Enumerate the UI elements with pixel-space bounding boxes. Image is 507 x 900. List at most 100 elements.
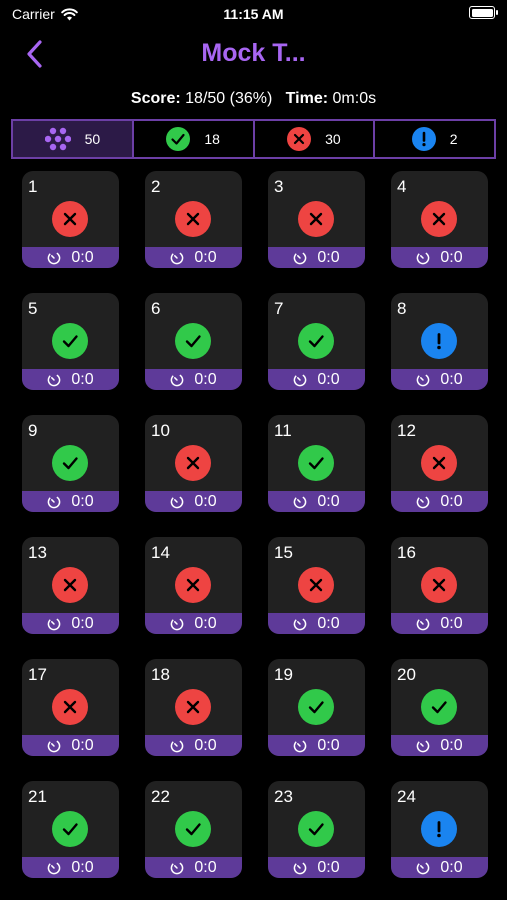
question-card-7[interactable]: 7 0:0	[268, 293, 365, 390]
question-card-17[interactable]: 17 0:0	[22, 659, 119, 756]
question-timer: 0:0	[145, 491, 242, 512]
timer-icon	[294, 739, 307, 752]
check-icon	[308, 823, 324, 836]
result-wrong-badge	[175, 201, 211, 237]
question-number: 9	[28, 421, 38, 440]
question-time: 0:0	[440, 492, 463, 510]
question-time: 0:0	[440, 248, 463, 266]
question-timer: 0:0	[268, 369, 365, 390]
question-number: 7	[274, 299, 284, 318]
question-time: 0:0	[317, 736, 340, 754]
question-card-22[interactable]: 22 0:0	[145, 781, 242, 878]
filter-all[interactable]: 50	[13, 121, 132, 157]
question-number: 6	[151, 299, 161, 318]
question-time: 0:0	[317, 614, 340, 632]
question-timer: 0:0	[22, 247, 119, 268]
timer-icon	[417, 739, 430, 752]
result-wrong-badge	[421, 201, 457, 237]
question-time: 0:0	[317, 858, 340, 876]
result-wrong-badge	[52, 689, 88, 725]
question-card-23[interactable]: 23 0:0	[268, 781, 365, 878]
question-number: 23	[274, 787, 293, 806]
question-timer: 0:0	[145, 735, 242, 756]
filter-correct[interactable]: 18	[131, 121, 253, 157]
check-icon	[308, 701, 324, 714]
question-card-15[interactable]: 15 0:0	[268, 537, 365, 634]
question-card-21[interactable]: 21 0:0	[22, 781, 119, 878]
check-icon	[431, 701, 447, 714]
question-timer: 0:0	[145, 857, 242, 878]
page-title: Mock T...	[201, 39, 306, 67]
filter-wrong[interactable]: 30	[252, 121, 374, 157]
question-time: 0:0	[71, 614, 94, 632]
question-card-9[interactable]: 9 0:0	[22, 415, 119, 512]
question-card-20[interactable]: 20 0:0	[391, 659, 488, 756]
question-time: 0:0	[71, 858, 94, 876]
question-card-4[interactable]: 4 0:0	[391, 171, 488, 268]
question-card-1[interactable]: 1 0:0	[22, 171, 119, 268]
question-card-16[interactable]: 16 0:0	[391, 537, 488, 634]
score-label: Score:	[130, 90, 181, 107]
time-label: Time:	[285, 90, 329, 107]
question-time: 0:0	[194, 370, 217, 388]
question-timer: 0:0	[22, 735, 119, 756]
question-card-3[interactable]: 3 0:0	[268, 171, 365, 268]
question-timer: 0:0	[268, 857, 365, 878]
question-card-11[interactable]: 11 0:0	[268, 415, 365, 512]
result-wrong-badge	[175, 689, 211, 725]
question-card-18[interactable]: 18 0:0	[145, 659, 242, 756]
question-timer: 0:0	[268, 491, 365, 512]
question-timer: 0:0	[22, 857, 119, 878]
result-wrong-badge	[298, 567, 334, 603]
question-timer: 0:0	[145, 247, 242, 268]
question-timer: 0:0	[391, 735, 488, 756]
filter-bar: 50 18 30 2	[11, 119, 496, 159]
question-number: 24	[397, 787, 416, 806]
question-timer: 0:0	[391, 247, 488, 268]
question-number: 20	[397, 665, 416, 684]
score-summary: Score: 18/50 (36%) Time: 0m:0s	[0, 90, 507, 108]
question-timer: 0:0	[22, 369, 119, 390]
question-time: 0:0	[71, 736, 94, 754]
status-time: 11:15 AM	[223, 6, 284, 22]
question-time: 0:0	[194, 614, 217, 632]
question-number: 11	[274, 421, 292, 440]
question-time: 0:0	[71, 248, 94, 266]
question-number: 16	[397, 543, 416, 562]
question-grid: 1 0:0 2 0:0 3 0:0 4 0:0 5 0:0 6 0:0 7 0:…	[22, 171, 488, 878]
question-timer: 0:0	[391, 369, 488, 390]
x-icon	[63, 700, 77, 714]
question-card-6[interactable]: 6 0:0	[145, 293, 242, 390]
timer-icon	[294, 251, 307, 264]
result-correct-badge	[52, 445, 88, 481]
question-timer: 0:0	[22, 613, 119, 634]
question-number: 19	[274, 665, 293, 684]
question-card-14[interactable]: 14 0:0	[145, 537, 242, 634]
question-card-2[interactable]: 2 0:0	[145, 171, 242, 268]
question-card-19[interactable]: 19 0:0	[268, 659, 365, 756]
question-time: 0:0	[194, 858, 217, 876]
question-card-5[interactable]: 5 0:0	[22, 293, 119, 390]
question-number: 5	[28, 299, 38, 318]
question-number: 17	[28, 665, 47, 684]
timer-icon	[171, 617, 184, 630]
question-card-13[interactable]: 13 0:0	[22, 537, 119, 634]
question-card-12[interactable]: 12 0:0	[391, 415, 488, 512]
question-timer: 0:0	[22, 491, 119, 512]
question-card-8[interactable]: 8 0:0	[391, 293, 488, 390]
timer-icon	[417, 617, 430, 630]
x-icon	[432, 456, 446, 470]
x-icon	[63, 578, 77, 592]
question-card-10[interactable]: 10 0:0	[145, 415, 242, 512]
result-correct-badge	[298, 445, 334, 481]
question-card-24[interactable]: 24 0:0	[391, 781, 488, 878]
timer-icon	[171, 251, 184, 264]
question-time: 0:0	[317, 248, 340, 266]
timer-icon	[294, 373, 307, 386]
question-number: 21	[28, 787, 47, 806]
result-wrong-badge	[175, 567, 211, 603]
question-number: 8	[397, 299, 407, 318]
time-value: 0m:0s	[332, 90, 377, 107]
filter-skipped[interactable]: 2	[373, 121, 494, 157]
check-circle-icon	[166, 127, 191, 151]
